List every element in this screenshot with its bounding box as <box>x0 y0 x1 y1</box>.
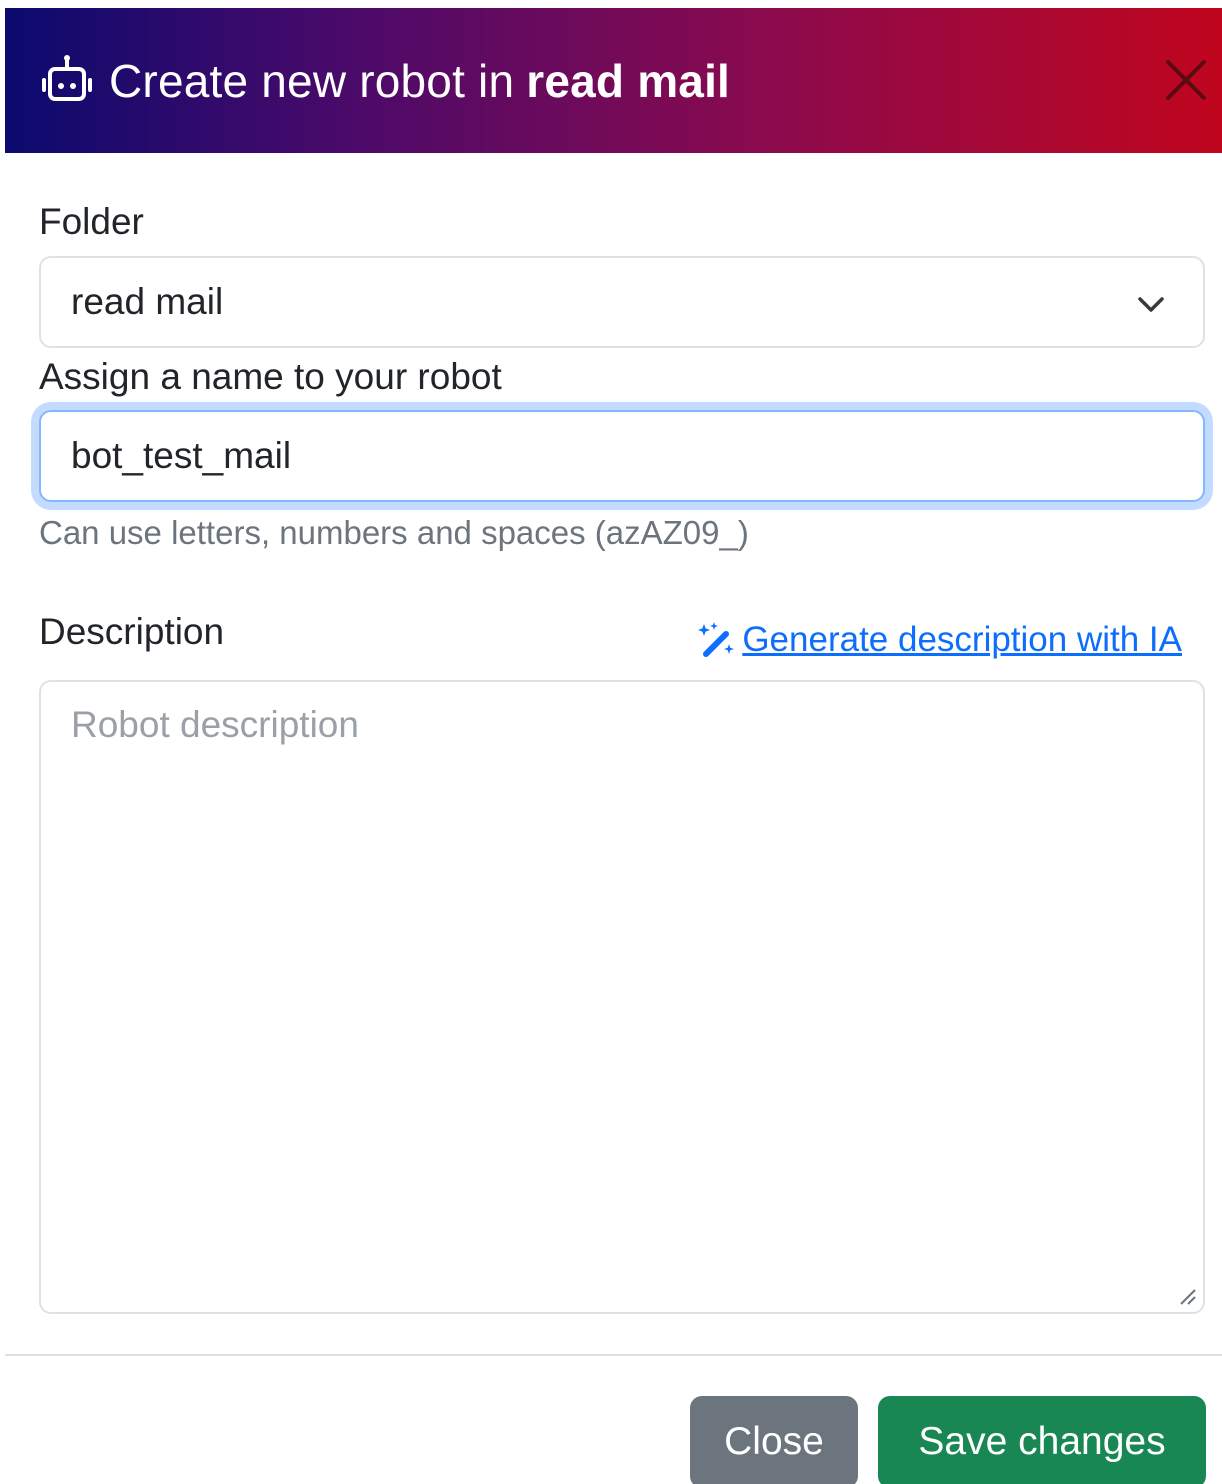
folder-label: Folder <box>39 201 144 242</box>
create-robot-modal: Create new robot in read mail Folder rea… <box>0 0 1222 1484</box>
generate-description-label: Generate description with IA <box>742 620 1182 659</box>
modal-title-prefix: Create new robot in <box>109 54 515 107</box>
magic-wand-icon <box>696 620 736 660</box>
modal-header: Create new robot in read mail <box>5 8 1222 153</box>
description-label: Description <box>39 611 225 652</box>
chevron-down-icon <box>1135 288 1167 320</box>
resize-handle-icon[interactable] <box>1175 1284 1197 1306</box>
footer-divider <box>5 1354 1222 1356</box>
robot-name-help-text: Can use letters, numbers and spaces (azA… <box>39 514 749 551</box>
robot-name-label: Assign a name to your robot <box>39 356 502 397</box>
folder-select[interactable]: read mail <box>39 256 1205 348</box>
robot-name-input[interactable]: bot_test_mail <box>39 410 1205 502</box>
folder-select-value: read mail <box>71 281 224 322</box>
close-icon[interactable] <box>1158 52 1214 108</box>
save-changes-button[interactable]: Save changes <box>878 1396 1206 1484</box>
close-button[interactable]: Close <box>690 1396 858 1484</box>
modal-title-folder: read mail <box>526 54 731 107</box>
description-placeholder: Robot description <box>71 704 359 745</box>
generate-description-link[interactable]: Generate description with IA <box>696 620 1182 660</box>
robot-icon <box>39 53 95 109</box>
description-textarea[interactable]: Robot description <box>39 680 1205 1314</box>
modal-title: Create new robot in read mail <box>109 58 730 104</box>
